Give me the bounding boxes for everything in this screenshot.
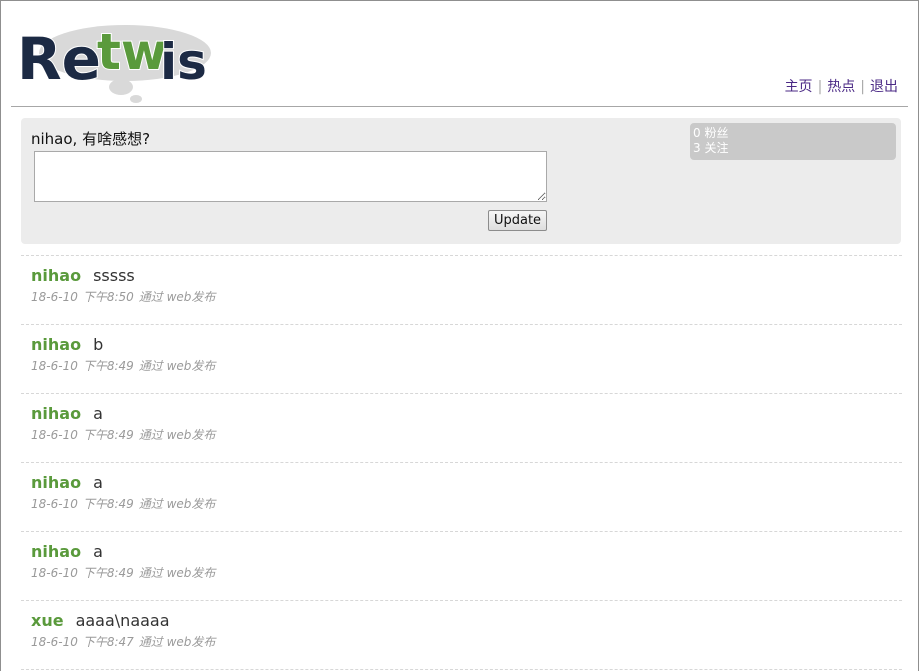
timeline-post: nihao a 18-6-10 下午8:49 通过 web发布 bbox=[21, 531, 902, 600]
post-content: nihao b bbox=[31, 335, 103, 355]
header-divider bbox=[11, 106, 908, 107]
post-source: 通过 web发布 bbox=[138, 566, 216, 580]
timeline-post: xue aaaa\naaaa 18-6-10 下午8:47 通过 web发布 bbox=[21, 600, 902, 669]
post-username-link[interactable]: nihao bbox=[31, 473, 81, 492]
post-text: a bbox=[93, 473, 103, 492]
post-text: b bbox=[93, 335, 104, 354]
post-time: 下午8:49 bbox=[82, 359, 134, 373]
post-content: xue aaaa\naaaa bbox=[31, 611, 170, 631]
post-username-link[interactable]: nihao bbox=[31, 266, 81, 285]
top-nav: 主页 | 热点 | 退出 bbox=[785, 78, 898, 96]
retwis-logo[interactable]: Re tw is bbox=[15, 13, 211, 105]
nav-hot-link[interactable]: 热点 bbox=[827, 79, 855, 95]
post-time: 下午8:50 bbox=[82, 290, 134, 304]
logo-graphic: Re tw is bbox=[16, 22, 211, 103]
post-text: a bbox=[93, 404, 103, 423]
post-time: 下午8:49 bbox=[82, 566, 134, 580]
timeline-post: nihao b 18-6-10 下午8:49 通过 web发布 bbox=[21, 324, 902, 393]
nav-home-link[interactable]: 主页 bbox=[785, 79, 813, 95]
post-date: 18-6-10 bbox=[31, 428, 78, 442]
post-content: nihao a bbox=[31, 404, 103, 424]
status-update-panel: nihao, 有啥感想? Update 0 粉丝 3 关注 bbox=[21, 118, 901, 244]
post-meta: 18-6-10 下午8:49 通过 web发布 bbox=[31, 359, 215, 373]
post-content: nihao a bbox=[31, 542, 103, 562]
svg-text:is: is bbox=[160, 33, 207, 91]
timeline-post: nihao a 18-6-10 下午8:49 通过 web发布 bbox=[21, 393, 902, 462]
post-source: 通过 web发布 bbox=[138, 428, 216, 442]
post-meta: 18-6-10 下午8:49 通过 web发布 bbox=[31, 497, 215, 511]
post-time: 下午8:49 bbox=[82, 497, 134, 511]
nav-separator: | bbox=[860, 79, 865, 95]
nav-separator: | bbox=[817, 79, 823, 95]
post-date: 18-6-10 bbox=[31, 359, 78, 373]
follow-stats-box: 0 粉丝 3 关注 bbox=[690, 123, 896, 160]
post-text: a bbox=[93, 542, 103, 561]
post-source: 通过 web发布 bbox=[138, 290, 216, 304]
timeline: nihao sssss 18-6-10 下午8:50 通过 web发布 nihao b … bbox=[21, 255, 902, 671]
post-username-link[interactable]: nihao bbox=[31, 404, 81, 423]
post-username-link[interactable]: nihao bbox=[31, 542, 81, 561]
timeline-post: nihao sssss 18-6-10 下午8:50 通过 web发布 bbox=[21, 255, 902, 324]
svg-text:tw: tw bbox=[97, 23, 167, 81]
post-text: sssss bbox=[93, 266, 135, 285]
following-count[interactable]: 3 关注 bbox=[693, 141, 896, 156]
post-meta: 18-6-10 下午8:47 通过 web发布 bbox=[31, 635, 215, 649]
post-text: aaaa\naaaa bbox=[75, 611, 170, 630]
svg-text:Re: Re bbox=[17, 25, 101, 93]
status-input[interactable] bbox=[34, 151, 547, 202]
post-username-link[interactable]: xue bbox=[31, 611, 64, 630]
post-meta: 18-6-10 下午8:49 通过 web发布 bbox=[31, 566, 215, 580]
update-button[interactable]: Update bbox=[488, 210, 547, 231]
post-time: 下午8:49 bbox=[82, 428, 134, 442]
post-username-link[interactable]: nihao bbox=[31, 335, 81, 354]
post-source: 通过 web发布 bbox=[138, 497, 216, 511]
post-meta: 18-6-10 下午8:50 通过 web发布 bbox=[31, 290, 215, 304]
post-date: 18-6-10 bbox=[31, 290, 78, 304]
post-date: 18-6-10 bbox=[31, 635, 78, 649]
post-time: 下午8:47 bbox=[82, 635, 134, 649]
post-meta: 18-6-10 下午8:49 通过 web发布 bbox=[31, 428, 215, 442]
post-source: 通过 web发布 bbox=[138, 359, 216, 373]
followers-count[interactable]: 0 粉丝 bbox=[693, 126, 896, 141]
nav-logout-link[interactable]: 退出 bbox=[870, 79, 898, 95]
post-content: nihao sssss bbox=[31, 266, 135, 286]
post-content: nihao a bbox=[31, 473, 103, 493]
post-date: 18-6-10 bbox=[31, 497, 78, 511]
status-prompt: nihao, 有啥感想? bbox=[31, 130, 151, 148]
post-source: 通过 web发布 bbox=[138, 635, 216, 649]
post-date: 18-6-10 bbox=[31, 566, 78, 580]
timeline-post: nihao a 18-6-10 下午8:49 通过 web发布 bbox=[21, 462, 902, 531]
page-frame: Re tw is 主页 | 热点 | 退出 nihao, 有啥感想? Update 0 … bbox=[0, 0, 919, 671]
